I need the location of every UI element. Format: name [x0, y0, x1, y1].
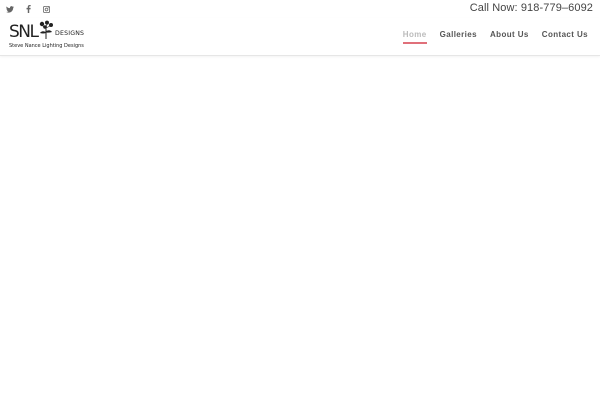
top-bar: Call Now: 918-779–6092: [0, 0, 600, 18]
nav-item-contact-us[interactable]: Contact Us: [542, 30, 588, 39]
site-logo[interactable]: SNL DESIGNS Steve Nance Lighting Designs: [8, 20, 86, 54]
logo-mark: SNL: [9, 22, 39, 42]
nav-item-about-us[interactable]: About Us: [490, 30, 529, 39]
nav-item-galleries[interactable]: Galleries: [440, 30, 477, 39]
nav-item-home[interactable]: Home: [402, 30, 427, 44]
main-content: [0, 56, 600, 400]
page: Call Now: 918-779–6092 SNL DESIGNS Steve…: [0, 0, 600, 400]
main-nav: Home Galleries About Us Contact Us: [390, 30, 588, 44]
flower-logo-icon: [39, 20, 53, 39]
call-now-text: Call Now: 918-779–6092: [469, 2, 593, 14]
instagram-icon[interactable]: [40, 3, 52, 15]
facebook-icon[interactable]: [22, 3, 34, 15]
twitter-icon[interactable]: [4, 3, 16, 15]
site-header: SNL DESIGNS Steve Nance Lighting Designs…: [0, 18, 600, 56]
logo-tagline: Steve Nance Lighting Designs: [9, 43, 84, 49]
logo-designs-text: DESIGNS: [55, 30, 85, 37]
